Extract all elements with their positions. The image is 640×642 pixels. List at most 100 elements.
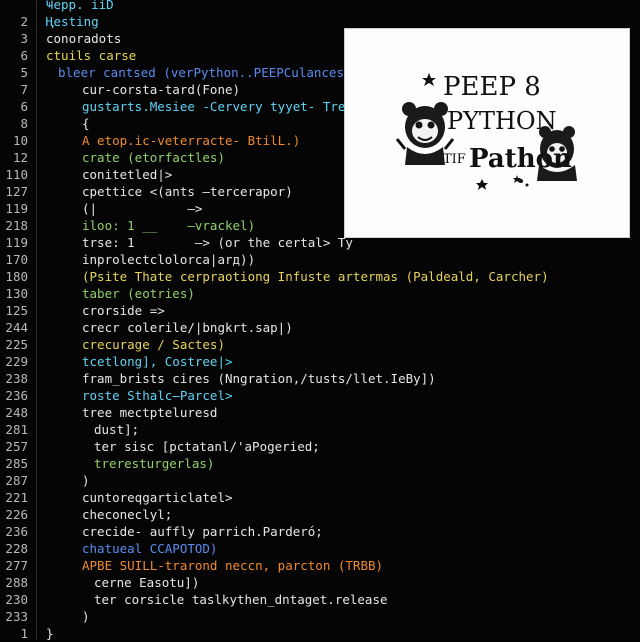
code-line[interactable]: 225 crecurage / Sactes) (0, 336, 640, 353)
line-number: 236 (5, 524, 28, 539)
line-number: 10 (12, 133, 28, 148)
line-number: 125 (5, 303, 28, 318)
code-line[interactable]: 130 taber (eotries) (0, 285, 640, 302)
code-text[interactable]: crecurage / Sactes) (82, 336, 225, 353)
code-text[interactable]: (| —> (82, 200, 202, 217)
code-line[interactable]: 180 (Psite Thate cerpraotiong Infuste art… (0, 268, 640, 285)
code-text[interactable]: cuntoreqgarticlatel> (82, 489, 233, 506)
code-line[interactable]: 281 dust]; (0, 421, 640, 438)
code-text[interactable]: tcetlong], Costree|> (82, 353, 233, 370)
code-text[interactable]: { (82, 115, 90, 132)
code-line[interactable]: 233) (0, 608, 640, 625)
code-text[interactable]: tree mectpteluresd (82, 404, 217, 421)
line-number: 236 (5, 388, 28, 403)
code-text[interactable]: APBE SUILL-trarond neccn, parcton (TRBB) (82, 557, 383, 574)
code-text[interactable]: ) (82, 608, 90, 625)
line-number: 180 (5, 269, 28, 284)
code-line[interactable]: 229 tcetlong], Costree|> (0, 353, 640, 370)
line-number: 8 (20, 116, 28, 131)
code-text[interactable]: chatueal CCAPOTOD) (82, 540, 217, 557)
code-text[interactable]: A etop.ic-veterracte- BtilL.) (82, 132, 300, 149)
code-text[interactable]: crecide- auffly parrich.Parderó; (82, 523, 323, 540)
line-number: 5 (20, 65, 28, 80)
line-number: 225 (5, 337, 28, 352)
code-line[interactable]: Ҹepp. ііD (0, 0, 640, 13)
code-line[interactable]: 236 crecide- auffly parrich.Parderó; (0, 523, 640, 540)
code-text[interactable]: bleer cantsed (verPython..PEEPCulancesty (58, 64, 359, 81)
code-line[interactable]: 277 APBE SUILL-trarond neccn, parcton (TR… (0, 557, 640, 574)
code-text[interactable]: ctuils carse (46, 47, 136, 64)
star-icon (476, 179, 488, 190)
code-text[interactable]: dust]; (94, 421, 139, 438)
code-text[interactable]: trse: 1 —> (or the certal> Ty (82, 234, 353, 251)
code-text[interactable]: Ңesting (46, 13, 99, 30)
code-text[interactable]: crate (etorfactles) (82, 149, 225, 166)
pep8-python-preview-image: PEEP 8 PYTHON TIF Pathon (344, 28, 630, 238)
preview-title-line2: PYTHON (447, 107, 557, 135)
line-number: 226 (5, 507, 28, 522)
code-text[interactable]: checoneclyl; (82, 506, 172, 523)
code-text[interactable]: gustarts.Mesiee -Cervery tyyet- Tree (82, 98, 353, 115)
code-text[interactable]: taber (eotries) (82, 285, 195, 302)
code-line[interactable]: 288 cerne Easotu]) (0, 574, 640, 591)
line-number: 110 (5, 167, 28, 182)
code-text[interactable]: Ҹepp. ііD (46, 0, 114, 13)
code-line[interactable]: 287) (0, 472, 640, 489)
code-text[interactable]: treresturgerlas) (94, 455, 214, 472)
code-text[interactable]: cpettice <(ants —tercerapor) (82, 183, 293, 200)
code-line[interactable]: 230 ter corsicle taslkythen_dntaget.relea… (0, 591, 640, 608)
code-text[interactable]: ) (82, 472, 90, 489)
line-number: 285 (5, 456, 28, 471)
code-text[interactable]: crecr colerile/|bngkrt.sap|) (82, 319, 293, 336)
preview-title-line3-prefix: TIF (443, 152, 466, 167)
code-line[interactable]: 236 roste Sthalc—Parcel> (0, 387, 640, 404)
code-line[interactable]: 285 treresturgerlas) (0, 455, 640, 472)
code-line[interactable]: 248 tree mectpteluresd (0, 404, 640, 421)
code-text[interactable]: conitetled|> (82, 166, 172, 183)
code-text[interactable]: inprolectclolorcа|arд)) (82, 251, 255, 268)
code-text[interactable]: crorside => (82, 302, 165, 319)
code-text[interactable]: ter corsicle taslkythen_dntaget.release (94, 591, 388, 608)
line-number: 7 (20, 82, 28, 97)
code-editor[interactable]: Ҹepp. ііD 2 Ңesting 3 conoradots 6 ctuils cars… (0, 0, 640, 642)
preview-illustration: PEEP 8 PYTHON TIF Pathon (395, 72, 577, 190)
code-text[interactable]: conoradots (46, 30, 121, 47)
line-number: 119 (5, 235, 28, 250)
line-number: 3 (20, 31, 28, 46)
code-text[interactable]: roste Sthalc—Parcel> (82, 387, 233, 404)
star-icon (422, 73, 436, 86)
line-number: 281 (5, 422, 28, 437)
line-number: 233 (5, 609, 28, 624)
preview-title-line1: PEEP 8 (443, 72, 541, 102)
code-text[interactable]: ter sisc [pctatanl/'aPogeried; (94, 438, 320, 455)
line-number: 244 (5, 320, 28, 335)
code-text[interactable]: (Psite Thate cerpraotiong Infuste arterm… (82, 268, 549, 285)
line-number: 221 (5, 490, 28, 505)
code-line[interactable]: 244 crecr colerile/|bngkrt.sap|) (0, 319, 640, 336)
code-line[interactable]: 257 ter sisc [pctatanl/'aPogeried; (0, 438, 640, 455)
code-text[interactable]: cerne Easotu]) (94, 574, 199, 591)
line-number: 277 (5, 558, 28, 573)
line-number: 6 (20, 48, 28, 63)
line-number: 228 (5, 541, 28, 556)
line-number: 119 (5, 201, 28, 216)
code-line[interactable]: 125 crorside => (0, 302, 640, 319)
code-line[interactable]: 228 chatueal CCAPOTOD) (0, 540, 640, 557)
line-number: 2 (20, 14, 28, 29)
line-number: 170 (5, 252, 28, 267)
line-number: 12 (12, 150, 28, 165)
line-number: 230 (5, 592, 28, 607)
code-line[interactable]: 1} (0, 625, 640, 642)
line-number: 1 (20, 626, 28, 641)
code-text[interactable]: iloo: 1 __ —vrackel) (82, 217, 255, 234)
code-line[interactable]: 170 inprolectclolorcа|arд)) (0, 251, 640, 268)
code-line[interactable]: 221 cuntoreqgarticlatel> (0, 489, 640, 506)
code-text[interactable]: cur-corsta-tard(Fone) (82, 81, 240, 98)
code-text[interactable]: fram_brists cires (Nngration,/tusts/llet… (82, 370, 436, 387)
code-line[interactable]: 226 checoneclyl; (0, 506, 640, 523)
preview-title-line3-word: Pathon (469, 144, 572, 174)
line-number: 248 (5, 405, 28, 420)
line-number: 127 (5, 184, 28, 199)
code-text[interactable]: } (46, 625, 54, 642)
code-line[interactable]: 238 fram_brists cires (Nngration,/tusts/l… (0, 370, 640, 387)
